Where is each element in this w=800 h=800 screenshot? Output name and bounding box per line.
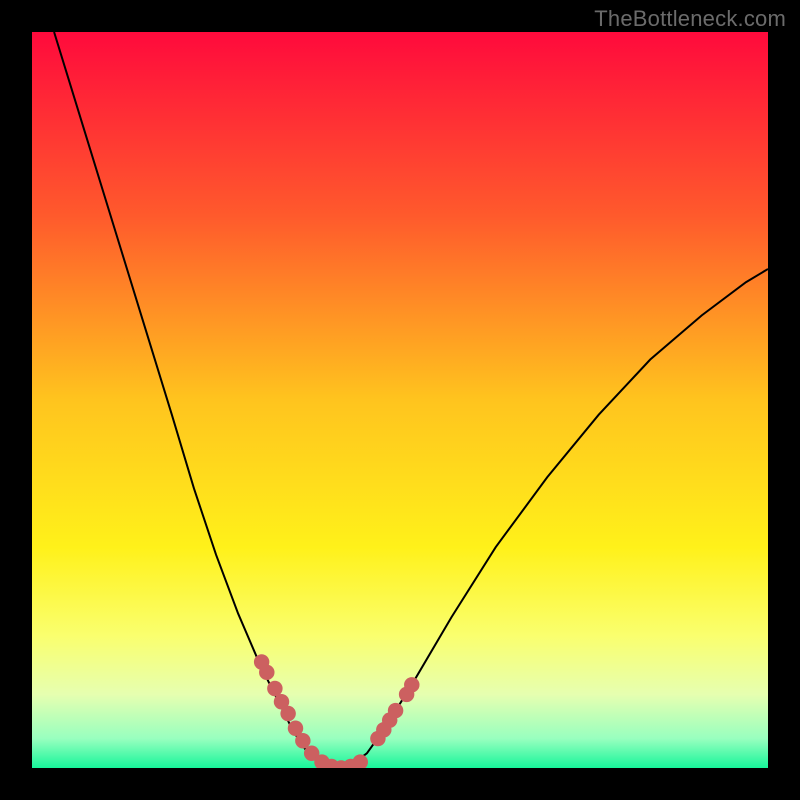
chart-marker	[280, 706, 295, 721]
chart-marker	[388, 703, 403, 718]
watermark-text: TheBottleneck.com	[594, 6, 786, 32]
chart-marker	[267, 681, 282, 696]
chart-marker	[404, 677, 419, 692]
chart-svg	[32, 32, 768, 768]
chart-plot-area	[32, 32, 768, 768]
chart-frame: TheBottleneck.com	[0, 0, 800, 800]
chart-background	[32, 32, 768, 768]
chart-marker	[295, 733, 310, 748]
chart-marker	[259, 665, 274, 680]
